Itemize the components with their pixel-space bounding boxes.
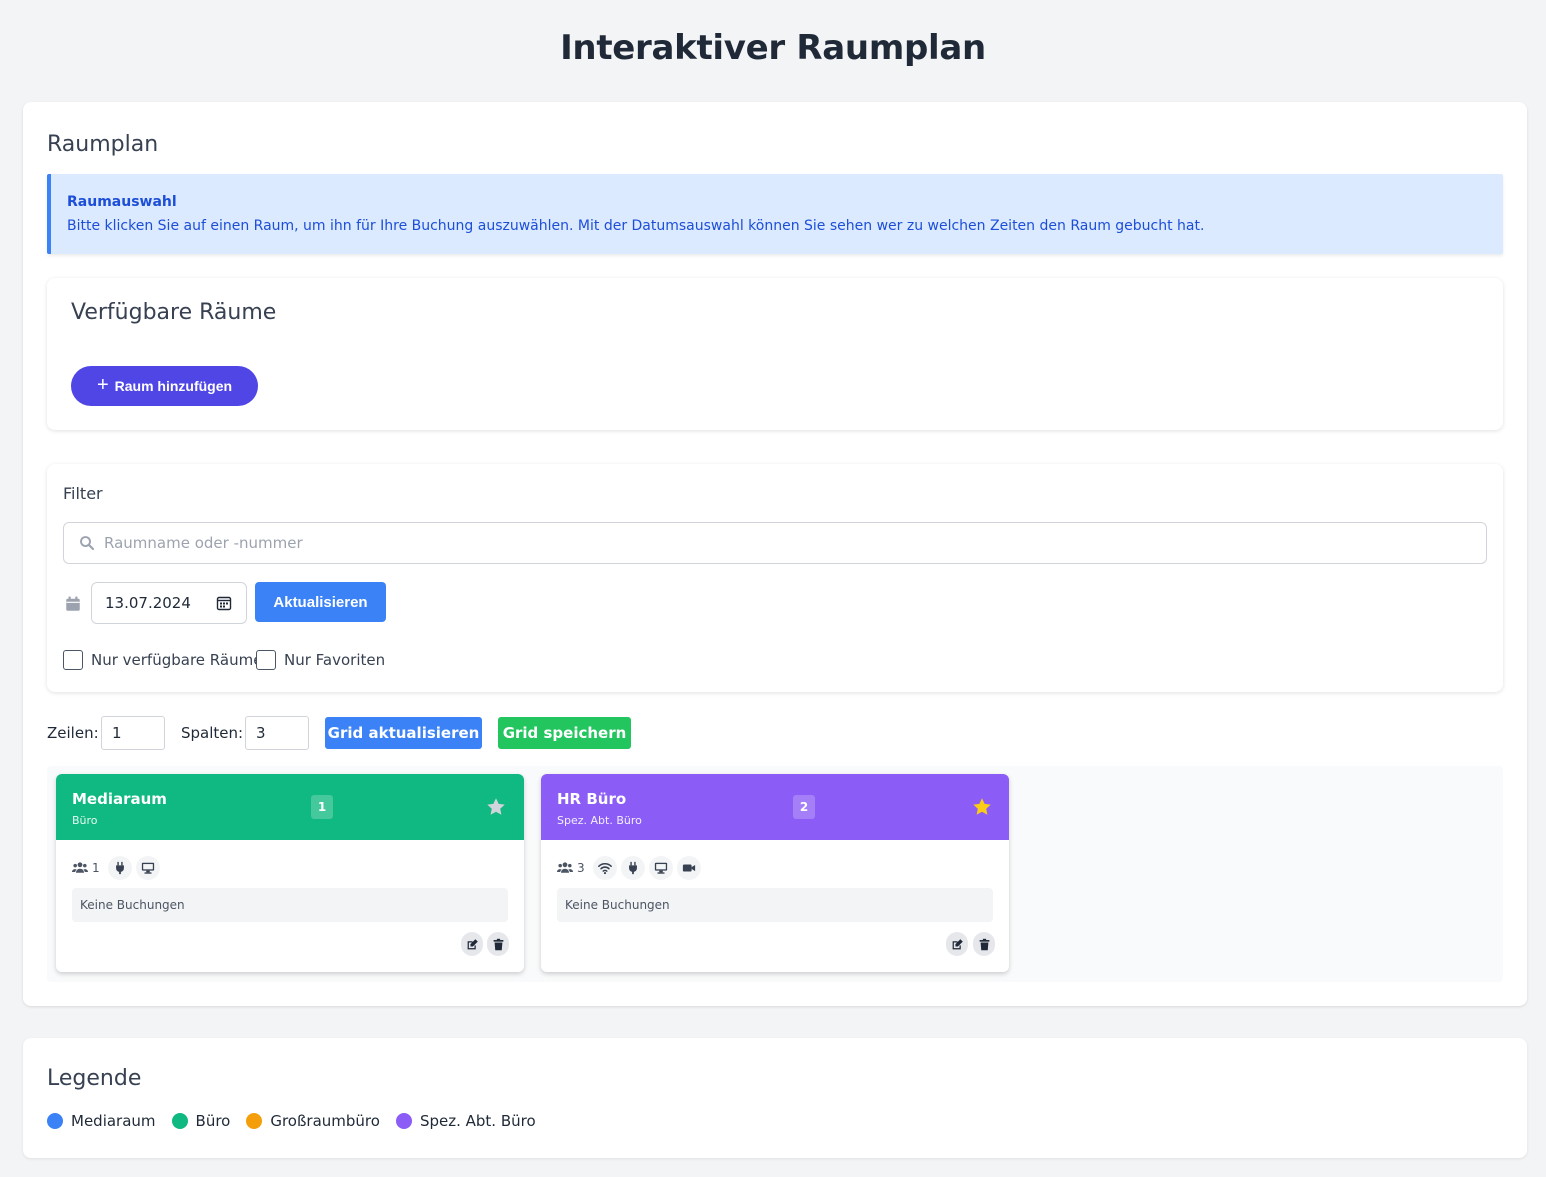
add-room-button[interactable]: + Raum hinzufügen: [71, 366, 258, 406]
checkbox-box[interactable]: [256, 650, 276, 670]
raumplan-title: Raumplan: [47, 132, 159, 157]
grid-controls: Zeilen: 1 Spalten: 3 Grid aktualisieren …: [47, 716, 1503, 750]
plug-icon: [107, 856, 132, 880]
filter-title: Filter: [63, 484, 103, 503]
grid-save-button[interactable]: Grid speichern: [498, 717, 631, 749]
monitor-icon: [648, 856, 673, 880]
monitor-icon: [135, 856, 160, 880]
only-favorites-checkbox[interactable]: Nur Favoriten: [256, 650, 385, 670]
only-available-checkbox[interactable]: Nur verfügbare Räume: [63, 650, 262, 670]
legend-label: Großraumbüro: [270, 1112, 380, 1130]
checkbox-box[interactable]: [63, 650, 83, 670]
legend-dot: [47, 1113, 63, 1129]
page-title: Interaktiver Raumplan: [560, 28, 986, 68]
search-input[interactable]: [104, 523, 1474, 563]
search-box: [63, 522, 1487, 564]
room-number-badge: 1: [311, 795, 333, 819]
plug-icon: [620, 856, 645, 880]
room-number-badge: 2: [793, 795, 815, 819]
room-name: Mediaraum: [72, 790, 167, 808]
add-room-label: Raum hinzufügen: [114, 378, 233, 394]
cols-label: Spalten:: [181, 724, 244, 742]
only-favorites-label: Nur Favoriten: [284, 651, 386, 669]
delete-room-button[interactable]: [973, 932, 995, 956]
info-box: Raumauswahl Bitte klicken Sie auf einen …: [47, 174, 1503, 254]
wifi-icon: [592, 856, 617, 880]
legend-dot: [171, 1113, 188, 1129]
date-value: 13.07.2024: [105, 594, 191, 612]
bookings-box: Keine Buchungen: [557, 888, 993, 922]
room-grid: Mediaraum Büro 1 1 Keine Buchungen HR Bü…: [47, 766, 1503, 982]
edit-icon: [952, 938, 963, 949]
room-header: Mediaraum Büro 1: [56, 774, 524, 840]
calendar-icon: [66, 596, 80, 611]
edit-room-button[interactable]: [461, 932, 483, 956]
bookings-box: Keine Buchungen: [72, 888, 508, 922]
room-type: Büro: [72, 814, 98, 827]
legend-label: Mediaraum: [71, 1112, 156, 1130]
legend-item: Spez. Abt. Büro: [395, 1112, 536, 1130]
legend-list: Mediaraum Büro Großraumbüro Spez. Abt. B…: [47, 1112, 552, 1130]
grid-update-button[interactable]: Grid aktualisieren: [325, 717, 482, 749]
rows-input[interactable]: 1: [101, 716, 165, 750]
date-input[interactable]: 13.07.2024: [91, 582, 247, 624]
info-title: Raumauswahl: [67, 194, 177, 210]
room-name: HR Büro: [557, 790, 627, 808]
available-rooms-card: Verfügbare Räume + Raum hinzufügen: [47, 278, 1503, 430]
star-icon[interactable]: [485, 796, 507, 818]
search-icon: [80, 536, 95, 551]
filter-card: Filter 13.07.2024 Aktualisieren Nur verf…: [47, 464, 1503, 692]
legend-dot: [395, 1113, 412, 1129]
users-icon: [557, 862, 573, 873]
legend-item: Mediaraum: [47, 1112, 156, 1130]
plus-icon: +: [96, 374, 109, 396]
rows-label: Zeilen:: [47, 724, 99, 742]
raumplan-card: Raumplan Raumauswahl Bitte klicken Sie a…: [23, 102, 1527, 1006]
legend-card: Legende Mediaraum Büro Großraumbüro Spez…: [23, 1038, 1527, 1158]
room-capacity: 3: [577, 861, 585, 875]
video-camera-icon: [676, 856, 701, 880]
users-icon: [72, 862, 88, 873]
room-card-hr-buero[interactable]: HR Büro Spez. Abt. Büro 2 3 Keine Buchun…: [541, 774, 1009, 972]
trash-icon: [493, 938, 503, 950]
available-rooms-title: Verfügbare Räume: [71, 300, 277, 325]
edit-room-button[interactable]: [946, 932, 968, 956]
room-features: 1: [72, 856, 160, 880]
room-card-mediaraum[interactable]: Mediaraum Büro 1 1 Keine Buchungen: [56, 774, 524, 972]
trash-icon: [979, 938, 989, 950]
room-capacity: 1: [92, 861, 100, 875]
room-features: 3: [557, 856, 701, 880]
cols-input[interactable]: 3: [245, 716, 309, 750]
edit-icon: [467, 938, 478, 949]
legend-label: Büro: [195, 1112, 231, 1130]
legend-label: Spez. Abt. Büro: [419, 1112, 536, 1130]
legend-dot: [246, 1113, 263, 1129]
star-icon[interactable]: [971, 796, 993, 818]
info-text: Bitte klicken Sie auf einen Raum, um ihn…: [67, 218, 1205, 234]
only-available-label: Nur verfügbare Räume: [91, 651, 263, 669]
legend-item: Großraumbüro: [246, 1112, 380, 1130]
refresh-button[interactable]: Aktualisieren: [255, 582, 386, 622]
legend-title: Legende: [47, 1066, 142, 1091]
date-picker-icon[interactable]: [216, 595, 232, 611]
legend-item: Büro: [171, 1112, 231, 1130]
room-type: Spez. Abt. Büro: [557, 814, 642, 827]
room-header: HR Büro Spez. Abt. Büro 2: [541, 774, 1009, 840]
delete-room-button[interactable]: [487, 932, 509, 956]
